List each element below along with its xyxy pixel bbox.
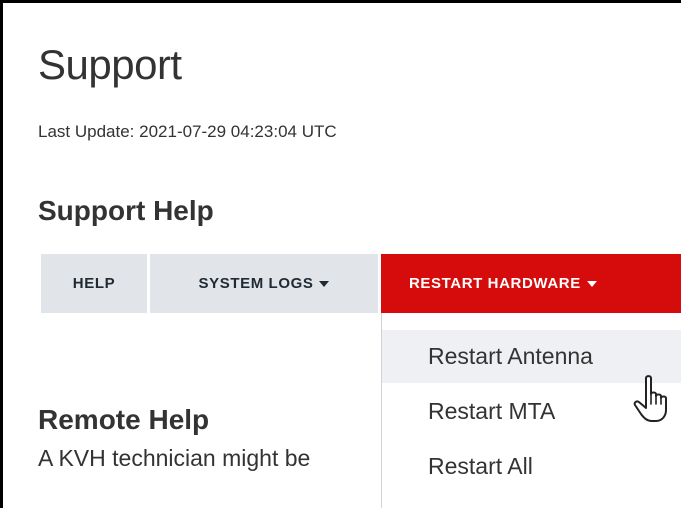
support-help-heading: Support Help — [38, 195, 214, 226]
remote-help-heading: Remote Help — [38, 404, 210, 435]
caret-down-icon — [319, 280, 330, 287]
page-title: Support — [38, 41, 182, 88]
window-border-left — [0, 0, 3, 508]
tab-help-label: HELP — [72, 275, 116, 292]
remote-help-text: A KVH technician might be — [38, 445, 311, 471]
last-update-text: Last Update: 2021-07-29 04:23:04 UTC — [38, 122, 337, 141]
menu-item-label: Restart All — [428, 453, 533, 479]
caret-down-icon — [586, 280, 597, 287]
tab-restart-hardware[interactable]: RESTART HARDWARE — [381, 254, 681, 313]
window-border-top — [0, 0, 681, 3]
tab-system-logs[interactable]: SYSTEM LOGS — [150, 254, 378, 313]
menu-item-label: Restart MTA — [428, 398, 556, 424]
tab-system-logs-label: SYSTEM LOGS — [198, 275, 314, 292]
hand-pointer-icon — [633, 375, 667, 422]
tab-restart-hardware-label: RESTART HARDWARE — [409, 275, 581, 292]
menu-item-restart-all[interactable]: Restart All — [382, 440, 681, 493]
tab-help[interactable]: HELP — [41, 254, 147, 313]
menu-item-label: Restart Antenna — [428, 343, 593, 369]
